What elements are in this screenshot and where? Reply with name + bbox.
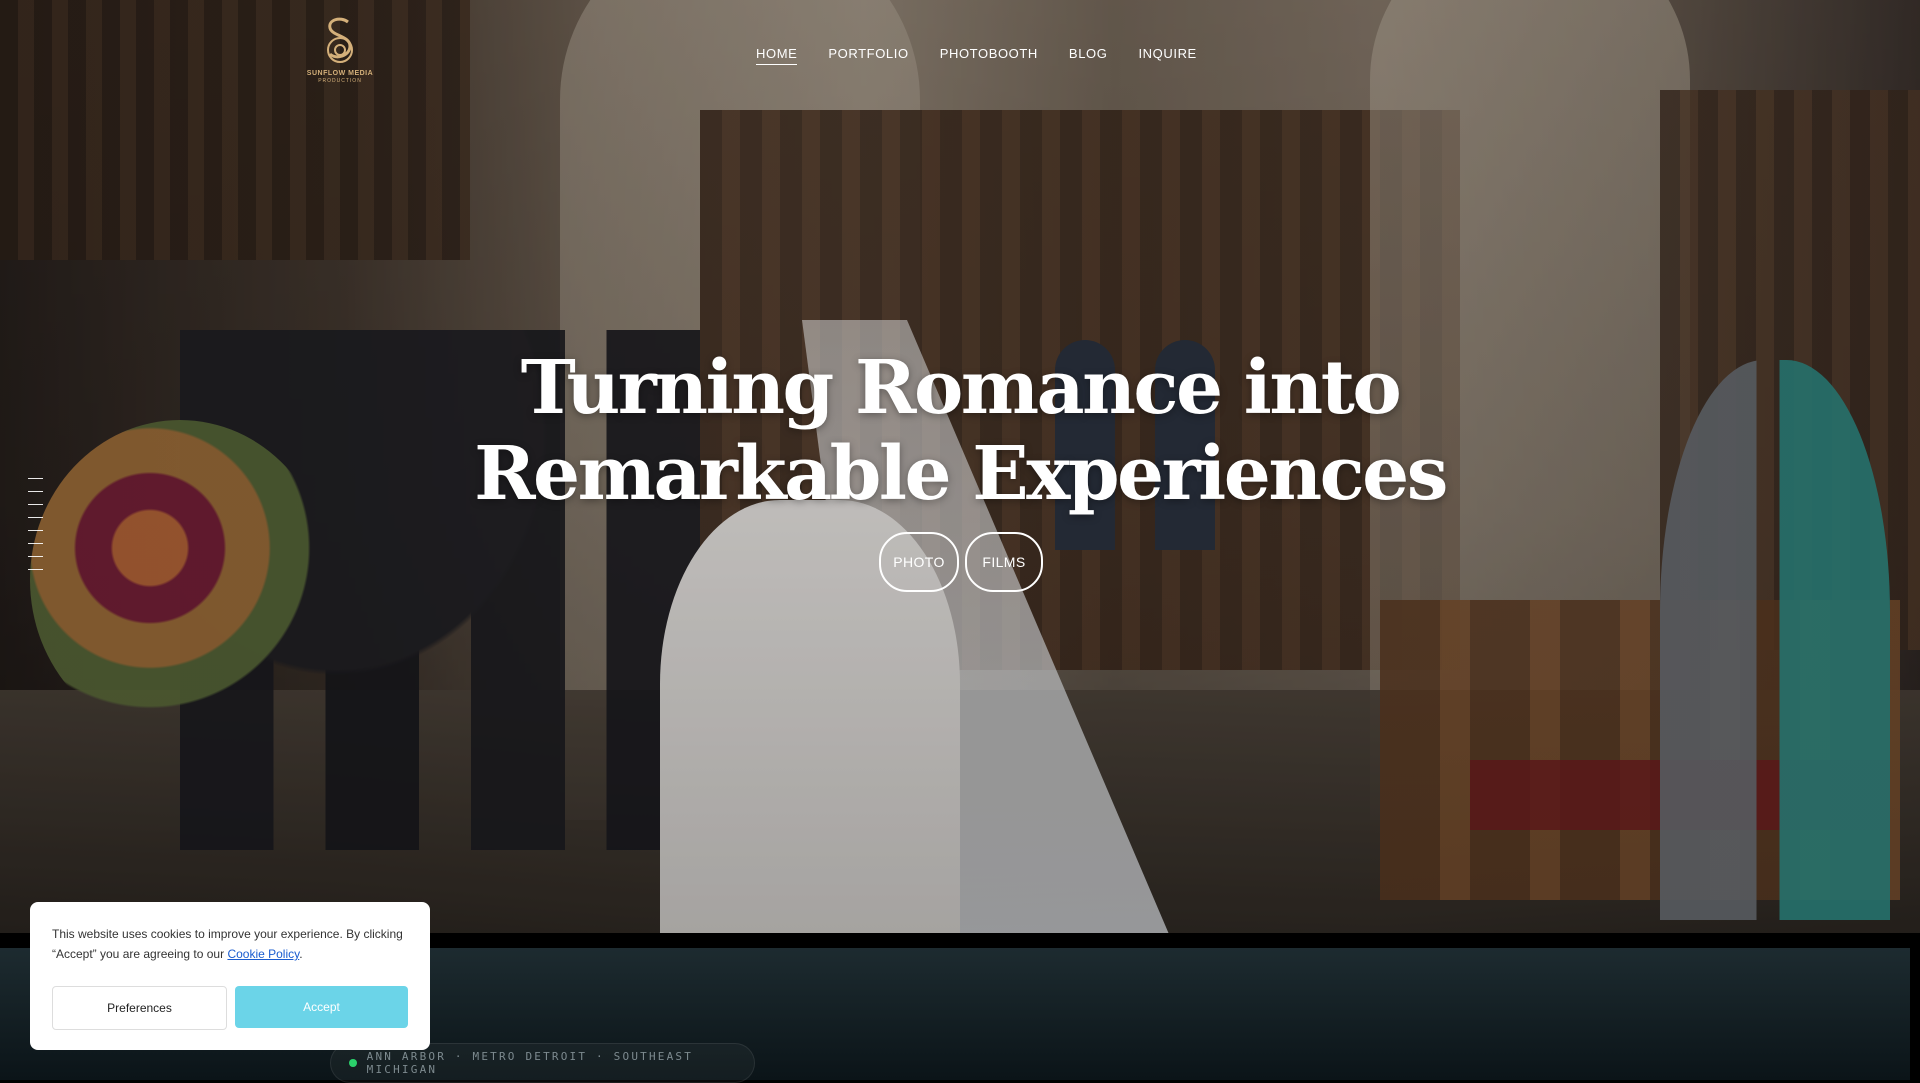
headline-line-2: Remarkable Experiences — [474, 431, 1448, 517]
brand-logo[interactable]: SUNFLOW MEDIA PRODUCTION — [300, 14, 380, 90]
nav-photobooth[interactable]: PHOTOBOOTH — [940, 46, 1038, 65]
nav-inquire[interactable]: INQUIRE — [1138, 46, 1196, 65]
cookie-policy-link[interactable]: Cookie Policy — [227, 947, 299, 961]
location-text: ANN ARBOR · METRO DETROIT · SOUTHEAST MI… — [366, 1050, 694, 1076]
brand-subname: PRODUCTION — [318, 78, 362, 84]
films-button[interactable]: FILMS — [965, 532, 1043, 592]
nav-home[interactable]: HOME — [756, 46, 798, 65]
preferences-button[interactable]: Preferences — [52, 986, 227, 1030]
slide-tick[interactable] — [28, 530, 43, 531]
cookie-text-end: . — [299, 947, 303, 961]
main-nav: HOME PORTFOLIO PHOTOBOOTH BLOG INQUIRE — [756, 46, 1197, 65]
slide-tick[interactable] — [28, 556, 43, 557]
slide-tick[interactable] — [28, 543, 43, 544]
photo-button[interactable]: PHOTO — [879, 532, 959, 592]
s-monogram-icon — [327, 17, 353, 63]
nav-blog[interactable]: BLOG — [1069, 46, 1108, 65]
hero-cta-group: PHOTO FILMS — [879, 532, 1043, 592]
slide-tick[interactable] — [28, 569, 43, 570]
accept-button[interactable]: Accept — [235, 986, 408, 1028]
slide-tick[interactable] — [28, 517, 43, 518]
hero-headline: Turning Romance into Remarkable Experien… — [0, 345, 1920, 517]
status-dot-icon — [349, 1059, 357, 1067]
brand-name: SUNFLOW MEDIA — [306, 70, 374, 77]
nav-portfolio[interactable]: PORTFOLIO — [828, 46, 908, 65]
cookie-actions: Preferences Accept — [52, 986, 408, 1030]
cookie-banner: This website uses cookies to improve you… — [30, 902, 430, 1050]
cookie-message: This website uses cookies to improve you… — [52, 924, 408, 964]
headline-line-1: Turning Romance into — [520, 345, 1402, 431]
